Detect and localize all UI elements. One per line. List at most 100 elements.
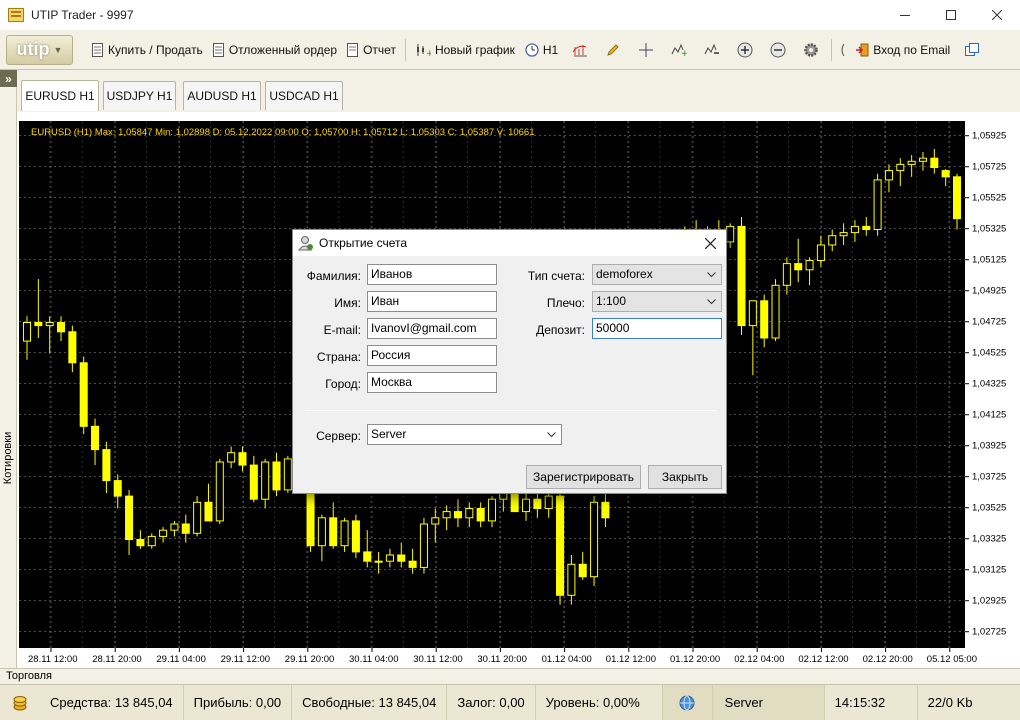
x-tick-label: 28.11 20:00 [92,654,141,665]
candle-body [215,461,224,522]
utip-menu-button[interactable]: utip ▼ [6,34,73,65]
candle-body [385,554,394,562]
candle-body [170,523,179,531]
x-tick-label: 29.11 20:00 [285,654,334,665]
candle-body [442,511,451,519]
indicator-list-icon [704,43,719,54]
candle-body [329,517,338,547]
user-icon [298,236,313,251]
candle-body [862,225,871,231]
candle-body [419,523,428,568]
profit-status: Прибыль: 0,00 [184,684,293,720]
document-icon [212,42,224,57]
deposit-field[interactable]: 50000 [592,318,722,339]
tab-usdjpy[interactable]: USDJPY H1 [103,81,176,110]
report-label: Отчет [363,42,396,57]
trading-panel-tab[interactable]: Торговля [0,668,1020,684]
windows-button[interactable] [955,38,988,62]
pending-order-button[interactable]: Отложенный ордер [208,38,342,62]
register-button[interactable]: Зарегистрировать [526,465,641,489]
candle-body [771,284,780,339]
candle-body [726,225,735,243]
quotes-side-panel: » Котировки [0,70,17,668]
x-tick-label: 02.12 04:00 [734,654,784,665]
chevron-down-icon: ▼ [53,44,63,55]
candle-body [918,157,927,162]
tab-label: USDJPY H1 [106,89,173,103]
candle-body [125,495,134,541]
candle-body [884,170,893,181]
equity-status: Средства: 13 845,04 [40,684,184,720]
indicators-list-button[interactable] [695,38,728,62]
tab-label: EURUSD H1 [25,89,95,103]
candle-body [453,511,462,519]
candle-body [828,235,837,246]
candle-body [79,362,88,427]
first-name-field[interactable]: Иван [367,291,497,312]
email-login-button[interactable]: Вход по Email [850,38,955,62]
x-tick-label: 30.11 04:00 [349,654,398,665]
country-field[interactable]: Россия [367,345,497,366]
city-field[interactable]: Москва [367,372,497,393]
y-tick-label: 1,04325 [972,379,1006,390]
timeframe-button[interactable]: H1 [520,38,563,62]
tab-eurusd[interactable]: EURUSD H1 [21,80,99,111]
close-window-button[interactable] [974,0,1020,30]
y-tick-label: 1,04925 [972,286,1006,297]
last-name-label: Фамилия: [306,269,361,283]
chart-type-button[interactable] [563,38,596,62]
status-bar: Средства: 13 845,04 Прибыль: 0,00 Свобод… [0,684,1020,720]
server-select[interactable]: Server [367,424,562,445]
x-tick-label: 02.12 20:00 [863,654,913,665]
quotes-panel-label: Котировки [2,431,14,485]
candle-body [590,501,599,578]
tab-audusd[interactable]: AUDUSD H1 [183,81,261,110]
email-field[interactable]: IvanovI@gmail.com [367,318,497,339]
bar-chart-icon [572,44,587,56]
chevron-down-icon [547,432,556,438]
window-title: UTIP Trader - 9997 [31,8,134,22]
close-dialog-button[interactable]: Закрыть [648,465,722,489]
y-tick-label: 1,05925 [972,131,1006,142]
buy-sell-button[interactable]: Купить / Продать [87,38,208,62]
report-button[interactable]: Отчет [342,38,401,62]
gear-icon [803,42,818,57]
maximize-button[interactable] [928,0,974,30]
account-type-label: Тип счета: [527,269,585,283]
x-tick-label: 30.11 12:00 [413,654,462,665]
candle-body [397,554,406,562]
candle-body [68,331,77,364]
zoom-in-button[interactable] [728,38,761,62]
candle-body [181,523,190,534]
y-tick-label: 1,04725 [972,317,1006,328]
last-name-field[interactable]: Иванов [367,264,497,285]
zoom-out-button[interactable] [761,38,794,62]
crosshair-button[interactable] [629,38,662,62]
account-type-select[interactable]: demoforex [592,264,722,285]
leverage-select[interactable]: 1:100 [592,291,722,312]
toolbar-divider [831,38,833,61]
svg-text:+: + [426,49,431,57]
quotes-panel-tab[interactable]: Котировки [1,430,15,490]
y-tick-label: 1,03325 [972,534,1006,545]
candle-body [34,322,43,327]
maximize-icon [946,10,956,20]
new-chart-button[interactable]: + Новый график [410,38,520,62]
clock-icon [525,42,539,57]
add-indicator-button[interactable]: + [662,38,695,62]
candle-body [465,508,474,519]
candle-body [533,498,542,510]
minimize-button[interactable] [882,0,928,30]
expand-panel-button[interactable]: » [0,70,17,87]
candle-body [782,263,791,286]
dialog-close-button[interactable] [700,233,720,253]
candle-body [737,225,746,327]
draw-button[interactable] [596,38,629,62]
settings-button[interactable] [794,38,827,62]
script-button[interactable] [836,38,850,62]
candle-body [839,232,848,237]
margin-status: Залог: 0,00 [447,684,536,720]
login-door-icon [856,43,869,56]
candle-body [556,495,565,596]
tab-usdcad[interactable]: USDCAD H1 [265,81,343,110]
